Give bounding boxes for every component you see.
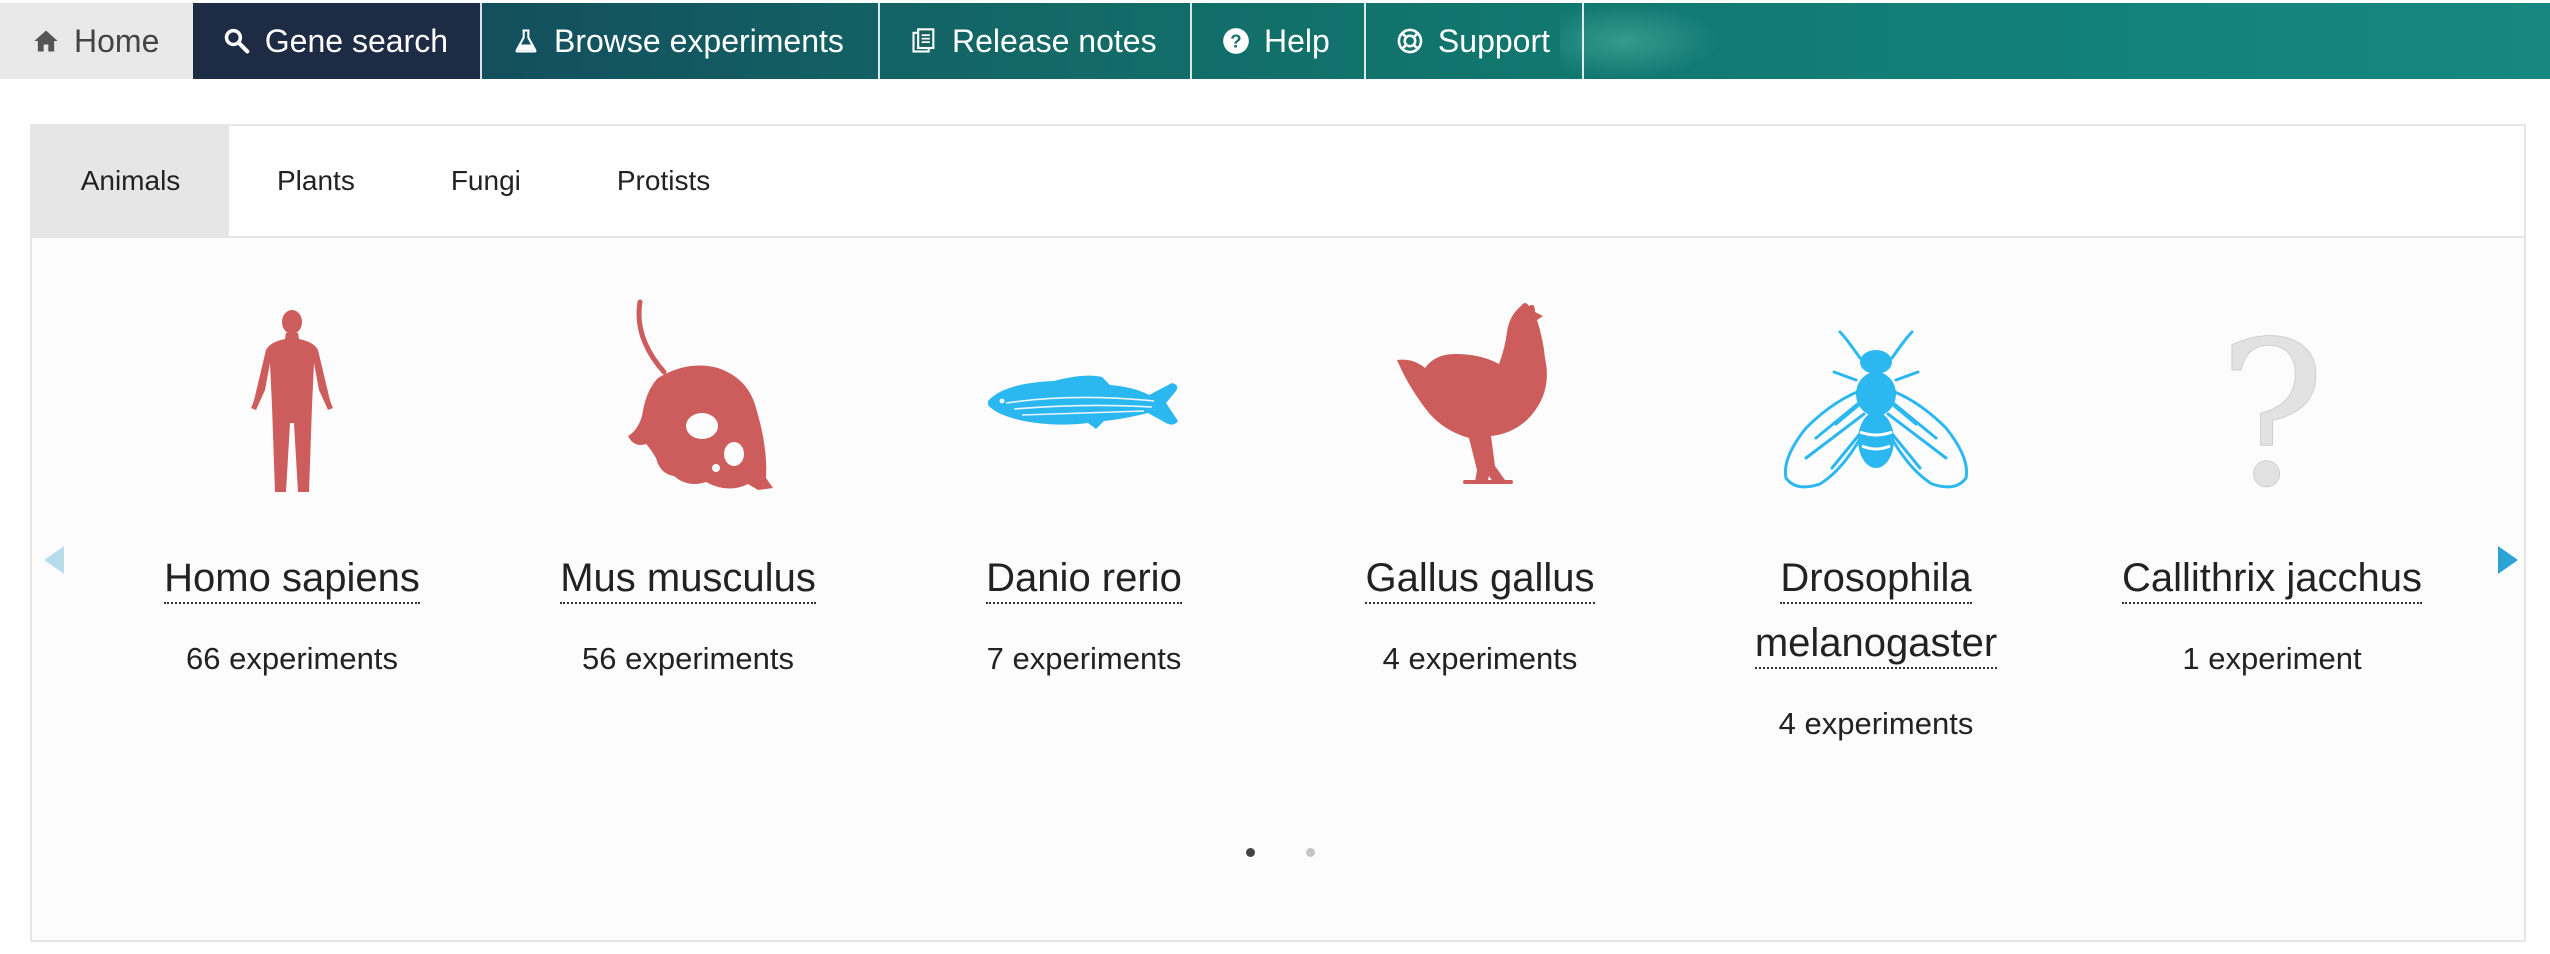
nav-browse-label: Browse experiments: [554, 22, 844, 59]
tab-fungi[interactable]: Fungi: [403, 126, 569, 236]
experiment-count: 56 experiments: [582, 641, 794, 676]
experiment-count: 4 experiments: [1778, 706, 1974, 741]
tab-plants[interactable]: Plants: [229, 126, 403, 236]
experiment-count: 7 experiments: [986, 641, 1182, 676]
search-icon: [224, 28, 250, 54]
experiment-count: 4 experiments: [1382, 641, 1578, 676]
nav-release-label: Release notes: [952, 22, 1157, 59]
flask-icon: [515, 29, 537, 53]
nav-gene-search-label: Gene search: [264, 22, 448, 59]
human-icon: [251, 310, 333, 492]
species-name[interactable]: Homo sapiens: [164, 556, 420, 604]
lifebuoy-icon: [1397, 28, 1423, 54]
nav-home-label: Home: [74, 22, 160, 59]
species-name[interactable]: Mus musculus: [560, 556, 816, 604]
experiment-count: 66 experiments: [186, 641, 398, 676]
home-icon: [34, 30, 58, 52]
top-navigation: Home Gene search Browse experiments Rele…: [0, 3, 2550, 79]
pager-dot[interactable]: [1306, 848, 1315, 857]
help-circle-icon: ?: [1223, 28, 1249, 54]
pager-dot-active[interactable]: [1246, 848, 1255, 857]
species-name[interactable]: Callithrix jacchus: [2121, 556, 2423, 604]
species-card[interactable]: Danio rerio 7 experiments: [904, 308, 1264, 677]
fly-icon: [1783, 330, 1969, 489]
nav-home[interactable]: Home: [0, 3, 193, 79]
svg-text:?: ?: [2218, 318, 2325, 498]
kingdom-tabs: Animals Plants Fungi Protists: [32, 126, 2524, 238]
svg-text:?: ?: [1230, 30, 1241, 51]
nav-help-label: Help: [1264, 22, 1330, 59]
nav-browse-experiments[interactable]: Browse experiments: [482, 3, 880, 79]
species-card[interactable]: Homo sapiens 66 experiments: [112, 308, 472, 677]
tab-animals[interactable]: Animals: [32, 126, 229, 236]
zebrafish-icon: [988, 375, 1178, 429]
species-card[interactable]: Gallus gallus 4 experiments: [1300, 303, 1660, 677]
species-card[interactable]: ? Callithrix jacchus 1 experiment: [2092, 308, 2452, 677]
carousel-next-arrow[interactable]: [2498, 546, 2518, 574]
chicken-icon: [1397, 303, 1547, 484]
question-mark-icon: ?: [2218, 318, 2326, 498]
species-card[interactable]: Drosophila melanogaster 4 experiments: [1696, 308, 2056, 742]
species-card[interactable]: Mus musculus 56 experiments: [508, 299, 868, 677]
nav-release-notes[interactable]: Release notes: [880, 3, 1192, 79]
carousel-prev-arrow[interactable]: [44, 546, 64, 574]
species-panel: Animals Plants Fungi Protists Homo sapie…: [30, 124, 2526, 942]
species-carousel: Homo sapiens 66 experiments Mus musculus…: [32, 238, 2524, 942]
species-name[interactable]: Drosophila melanogaster: [1754, 556, 1998, 669]
nav-support[interactable]: Support: [1366, 3, 1584, 79]
nav-gene-search[interactable]: Gene search: [193, 3, 482, 79]
mouse-icon: [628, 299, 773, 490]
documents-icon: [912, 28, 935, 53]
nav-support-label: Support: [1437, 22, 1550, 59]
species-name[interactable]: Danio rerio: [986, 556, 1182, 604]
nav-help[interactable]: ? Help: [1192, 3, 1366, 79]
tab-protists[interactable]: Protists: [569, 126, 758, 236]
experiment-count: 1 experiment: [2182, 641, 2362, 676]
species-name[interactable]: Gallus gallus: [1365, 556, 1595, 604]
